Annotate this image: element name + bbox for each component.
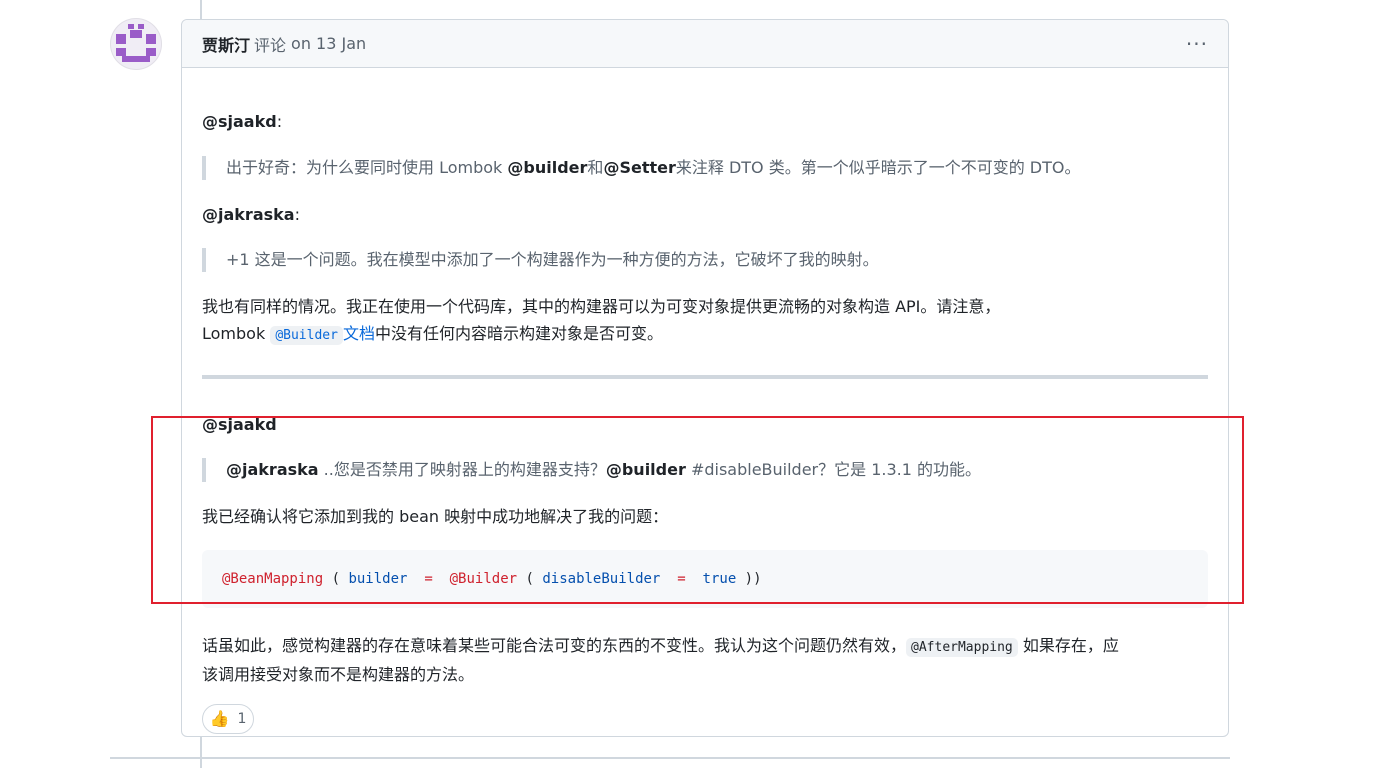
comment-date[interactable]: on 13 Jan — [291, 34, 366, 53]
thumbs-up-icon: 👍 — [209, 709, 230, 728]
mention-link[interactable]: @jakraska — [202, 205, 295, 224]
mention-link[interactable]: @builder — [606, 460, 686, 479]
paragraph: 我已经确认将它添加到我的 bean 映射中成功地解决了我的问题： — [202, 507, 669, 526]
mention-link[interactable]: @sjaakd — [202, 112, 277, 131]
comment-body: @sjaakd: 出于好奇：为什么要同时使用 Lombok @builder和@… — [202, 68, 1208, 736]
timeline-divider — [110, 757, 1230, 759]
blockquote: +1 这是一个问题。我在模型中添加了一个构建器作为一种方便的方法，它破坏了我的映… — [202, 248, 1208, 272]
inline-code: @AfterMapping — [906, 638, 1018, 657]
paragraph: 我也有同样的情况。我正在使用一个代码库，其中的构建器可以为可变对象提供更流畅的对… — [202, 297, 1001, 345]
comment-author[interactable]: 贾斯汀 — [202, 32, 250, 56]
avatar[interactable] — [110, 18, 162, 70]
kebab-horizontal-icon[interactable]: ··· — [1186, 34, 1208, 54]
comment-action: 评论 — [254, 35, 287, 55]
blockquote: @jakraska ..您是否禁用了映射器上的构建器支持？@builder #d… — [202, 458, 1208, 482]
mention-paragraph: @sjaakd — [202, 413, 1208, 437]
mention-link[interactable]: @jakraska — [226, 460, 319, 479]
mention-paragraph: @jakraska: — [202, 205, 300, 224]
reaction-thumbs-up[interactable]: 👍 1 — [202, 704, 254, 734]
mention-link[interactable]: @builder — [507, 158, 587, 177]
paragraph: 话虽如此，感觉构建器的存在意味着某些可能合法可变的东西的不变性。我认为这个问题仍… — [202, 636, 1119, 684]
blockquote: 出于好奇：为什么要同时使用 Lombok @builder和@Setter来注释… — [202, 156, 1208, 180]
reaction-count: 1 — [237, 711, 247, 727]
comment-card: 贾斯汀 评论 on 13 Jan ··· @sjaakd: 出于好奇：为什么要同… — [181, 19, 1229, 737]
mention-link[interactable]: @Setter — [603, 158, 675, 177]
inline-code: @Builder — [270, 326, 343, 345]
comment-header: 贾斯汀 评论 on 13 Jan ··· — [182, 20, 1228, 68]
code-block[interactable]: @BeanMapping ( builder = @Builder ( disa… — [202, 550, 1208, 608]
mention-paragraph: @sjaakd: — [202, 112, 283, 131]
docs-link[interactable]: 文档 — [343, 324, 375, 343]
mention-link[interactable]: @sjaakd — [202, 415, 277, 434]
horizontal-rule — [202, 375, 1208, 379]
identicon-icon — [116, 24, 156, 62]
